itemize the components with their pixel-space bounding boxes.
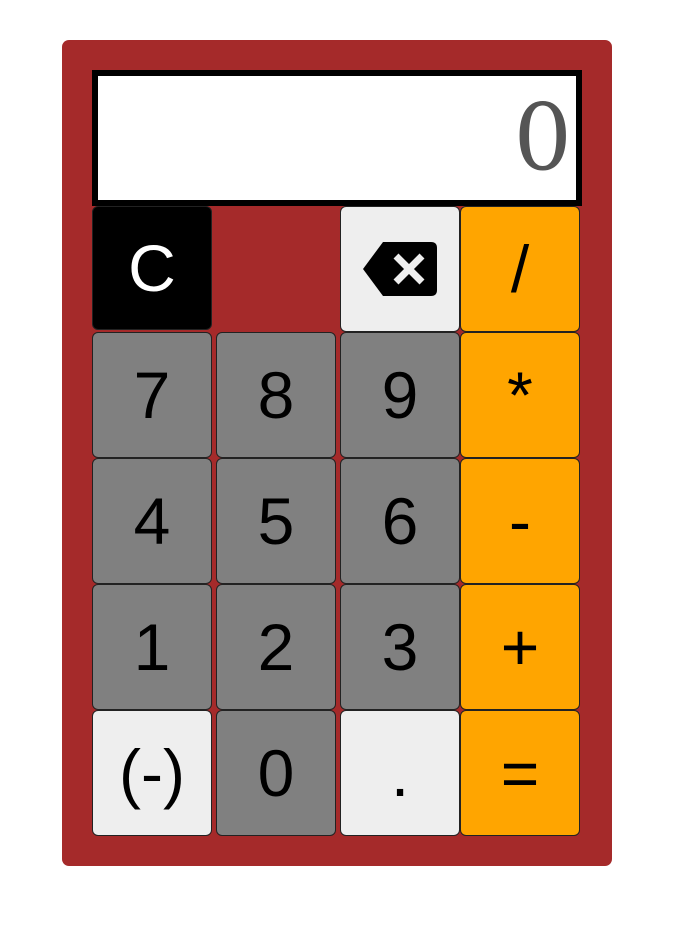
backspace-button[interactable] [340,206,460,332]
divide-button[interactable]: / [460,206,580,332]
backspace-icon [363,242,437,296]
zero-button[interactable]: 0 [216,710,336,836]
seven-button[interactable]: 7 [92,332,212,458]
six-button[interactable]: 6 [340,458,460,584]
subtract-button[interactable]: - [460,458,580,584]
three-button[interactable]: 3 [340,584,460,710]
decimal-button[interactable]: . [340,710,460,836]
two-button[interactable]: 2 [216,584,336,710]
four-button[interactable]: 4 [92,458,212,584]
one-button[interactable]: 1 [92,584,212,710]
equals-button[interactable]: = [460,710,580,836]
eight-button[interactable]: 8 [216,332,336,458]
five-button[interactable]: 5 [216,458,336,584]
calculator: 0 C / 7 8 9 * 4 5 6 - 1 2 3 + (-) 0 . = [62,40,612,866]
negate-button[interactable]: (-) [92,710,212,836]
nine-button[interactable]: 9 [340,332,460,458]
add-button[interactable]: + [460,584,580,710]
multiply-button[interactable]: * [460,332,580,458]
clear-button[interactable]: C [92,206,212,330]
display: 0 [92,70,582,206]
